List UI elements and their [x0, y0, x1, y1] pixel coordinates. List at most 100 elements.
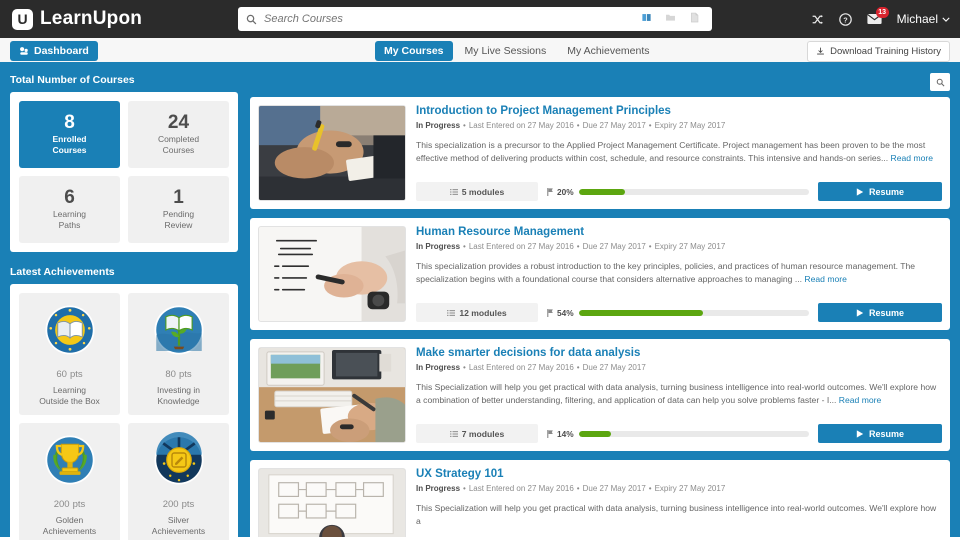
course-description: This specialization provides a robust in…	[416, 260, 942, 287]
stat-label-line1: Pending	[162, 209, 195, 220]
chevron-down-icon	[942, 17, 950, 22]
download-icon	[817, 47, 824, 55]
tab-my-achievements[interactable]: My Achievements	[558, 41, 658, 61]
read-more-link[interactable]: Read more	[891, 153, 934, 163]
resume-button[interactable]: Resume	[818, 424, 942, 443]
course-card[interactable]: Introduction to Project Management Princ…	[250, 97, 950, 209]
course-modules-label: 7 modules	[461, 428, 505, 439]
stat-enrolled-courses[interactable]: 8 Enrolled Courses	[19, 101, 120, 168]
resume-button[interactable]: Resume	[818, 303, 942, 322]
course-status: In Progress	[416, 484, 461, 493]
course-search-button[interactable]	[930, 73, 950, 91]
course-expiry: Expiry 27 May 2017	[654, 121, 726, 130]
read-more-link[interactable]: Read more	[804, 274, 847, 284]
achievement-name: Silver Achievements	[152, 515, 205, 537]
download-training-history-button[interactable]: Download Training History	[807, 41, 950, 62]
folder-icon[interactable]	[665, 10, 676, 28]
course-meta: In Progress • Last Entered on 27 May 2016 •…	[416, 484, 726, 493]
tab-my-live-sessions[interactable]: My Live Sessions	[456, 41, 556, 61]
nav-tabs: My Courses My Live Sessions My Achieveme…	[375, 41, 659, 61]
search-icon	[238, 14, 264, 25]
course-modules: 12 modules	[416, 303, 538, 322]
achievement-silver-achievements[interactable]: 200 pts Silver Achievements	[128, 423, 229, 540]
achievement-points: 200 pts	[163, 498, 195, 510]
stat-value: 8	[64, 112, 75, 134]
search-bar[interactable]	[238, 7, 712, 31]
envelope-icon[interactable]: 13	[866, 7, 889, 25]
top-bar: U LearnUpon ? 13	[0, 0, 960, 38]
stats-panel-title: Total Number of Courses	[10, 74, 135, 86]
course-modules-label: 12 modules	[459, 307, 507, 318]
achievement-golden-achievements[interactable]: 200 pts Golden Achievements	[19, 423, 120, 540]
read-more-link[interactable]: Read more	[839, 395, 882, 405]
resume-label: Resume	[868, 307, 904, 318]
course-progress-value: 14%	[557, 428, 574, 439]
stat-value: 6	[64, 187, 75, 209]
achievement-name: Learning Outside the Box	[39, 385, 99, 407]
search-icon	[936, 78, 944, 86]
achievement-investing-in-knowledge[interactable]: 80 pts Investing in Knowledge	[128, 293, 229, 416]
top-right-actions: ? 13 Michael	[811, 0, 950, 38]
book-icon[interactable]	[641, 10, 652, 28]
course-details: Make smarter decisions for data analysis…	[416, 347, 942, 443]
user-menu[interactable]: Michael	[897, 12, 950, 26]
achievement-name-line2: Outside the Box	[39, 396, 100, 407]
course-list-panel: Introduction to Project Management Princ…	[248, 65, 960, 537]
course-progress-label: 20%	[547, 187, 574, 197]
achievement-points-unit: pts	[178, 369, 192, 380]
achievement-points: 200 pts	[54, 498, 86, 510]
course-progress-value: 20%	[557, 186, 574, 197]
list-icon	[447, 309, 456, 316]
shuffle-icon[interactable]	[811, 13, 824, 26]
tab-my-courses[interactable]: My Courses	[375, 41, 453, 61]
flag-icon	[547, 308, 553, 317]
resume-label: Resume	[868, 186, 904, 197]
search-input[interactable]	[264, 8, 635, 30]
help-circle-icon[interactable]: ?	[838, 12, 852, 26]
course-thumbnail	[258, 468, 406, 537]
badge-medal-pencil-icon	[151, 432, 207, 493]
brand-logo[interactable]: U LearnUpon	[0, 8, 142, 30]
achievement-learning-outside-the-box[interactable]: 60 pts Learning Outside the Box	[19, 293, 120, 416]
course-title-link[interactable]: Make smarter decisions for data analysis	[416, 347, 942, 359]
achievement-name-line2: Knowledge	[157, 396, 200, 407]
badge-trophy-icon	[42, 432, 98, 493]
achievements-panel-title: Latest Achievements	[10, 266, 115, 278]
stat-learning-paths[interactable]: 6 Learning Paths	[19, 176, 120, 243]
flag-icon	[547, 187, 553, 196]
course-title-link[interactable]: UX Strategy 101	[416, 468, 942, 480]
stat-label: Completed Courses	[158, 134, 199, 155]
stat-completed-courses[interactable]: 24 Completed Courses	[128, 101, 229, 168]
course-thumbnail	[258, 347, 406, 443]
course-modules: 5 modules	[416, 182, 538, 201]
achievements-grid: 60 pts Learning Outside the Box 80 pts I…	[19, 293, 229, 540]
list-icon	[449, 188, 458, 195]
badge-open-book-icon	[42, 302, 98, 363]
resume-button[interactable]: Resume	[818, 182, 942, 201]
achievements-panel: 60 pts Learning Outside the Box 80 pts I…	[10, 284, 238, 540]
stat-label: Enrolled Courses	[52, 134, 86, 155]
course-due: Due 27 May 2017	[582, 121, 646, 130]
course-thumbnail	[258, 105, 406, 201]
badge-book-plant-icon	[151, 302, 207, 363]
achievement-points-unit: pts	[72, 499, 86, 511]
play-icon	[856, 308, 864, 317]
progress-bar-track	[578, 188, 809, 195]
achievement-points-unit: pts	[69, 369, 83, 380]
achievement-points-value: 200	[162, 499, 179, 511]
course-card[interactable]: UX Strategy 101 In Progress • Last Entered…	[250, 460, 950, 537]
course-title-link[interactable]: Introduction to Project Management Princ…	[416, 105, 942, 117]
course-footer: 5 modules 20% Resume	[416, 173, 942, 201]
document-icon[interactable]	[689, 10, 700, 28]
stat-pending-review[interactable]: 1 Pending Review	[128, 176, 229, 243]
stat-value: 24	[167, 112, 190, 134]
list-icon	[449, 430, 458, 437]
achievement-name-line1: Silver	[167, 515, 190, 526]
course-card[interactable]: Make smarter decisions for data analysis…	[250, 339, 950, 451]
course-card[interactable]: Human Resource Management In Progress • La…	[250, 218, 950, 330]
course-due: Due 27 May 2017	[582, 484, 646, 493]
course-modules-label: 5 modules	[461, 186, 505, 197]
learnupon-logo-icon: U	[12, 8, 33, 30]
dashboard-button[interactable]: Dashboard	[10, 41, 98, 61]
course-title-link[interactable]: Human Resource Management	[416, 226, 942, 238]
